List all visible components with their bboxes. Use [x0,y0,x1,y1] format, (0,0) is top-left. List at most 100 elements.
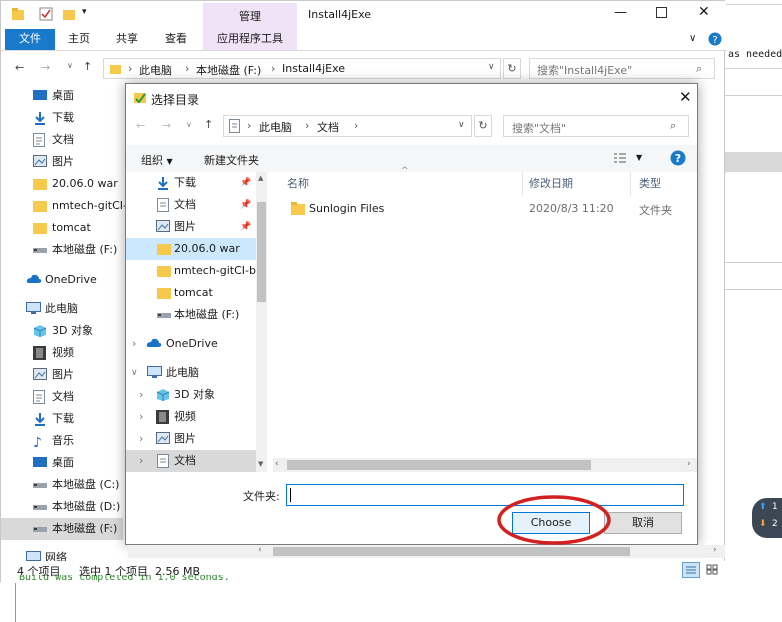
nav-item-desktop-2[interactable]: 桌面 [1,452,123,474]
scroll-right-icon[interactable]: › [687,459,691,469]
address-bar[interactable]: › 此电脑 › 本地磁盘 (F:) › Install4jExe ∨ [103,58,501,79]
nav-item-drive-f-quick[interactable]: 本地磁盘 (F:) [1,239,123,261]
nav-item-videos[interactable]: 视频 [1,342,123,364]
search-input[interactable]: 搜索"Install4jExe" ⌕ [529,58,715,79]
nav-item-drive-f[interactable]: 本地磁盘 (F:) [1,518,123,540]
details-view-button[interactable] [682,562,700,578]
nav-item-desktop[interactable]: 桌面 [1,85,123,107]
help-icon[interactable]: ? [708,32,722,46]
column-header-date[interactable]: 修改日期 [529,172,573,196]
dialog-nav-pictures[interactable]: 图片 📌 [126,216,256,238]
list-hscroll-thumb[interactable] [287,460,591,470]
minimize-button[interactable]: — [614,5,627,20]
tab-view[interactable]: 查看 [158,29,194,50]
close-button[interactable]: ✕ [698,4,710,20]
tab-file[interactable]: 文件 [5,29,55,50]
dialog-back-button[interactable]: ← [136,119,145,132]
new-folder-button[interactable]: 新建文件夹 [204,152,259,168]
dialog-nav-documents-2[interactable]: › 文档 [126,450,256,472]
folder-field-input[interactable] [286,484,684,506]
dialog-address-dropdown-icon[interactable]: ∨ [458,120,465,130]
nav-item-folder-nmtech[interactable]: nmtech-gitCI- [1,195,127,217]
scroll-left-icon[interactable]: ‹ [258,545,262,555]
file-row[interactable]: Sunlogin Files 2020/8/3 11:20 文件夹 [273,198,697,220]
view-dropdown-icon[interactable]: ▼ [636,153,642,162]
nav-item-documents[interactable]: 文档 [1,129,123,151]
dialog-nav-3d-objects[interactable]: › 3D 对象 [126,384,256,406]
view-options-icon[interactable] [612,151,628,165]
scroll-left-icon[interactable]: ‹ [275,459,279,469]
cancel-button[interactable]: 取消 [604,512,682,534]
nav-item-folder-war[interactable]: 20.06.0 war [1,173,123,195]
quick-access-dropdown-icon[interactable]: ▾ [82,7,87,17]
back-button[interactable]: ← [15,61,24,74]
explorer-hscrollbar[interactable]: ‹ › [128,545,725,558]
list-hscrollbar[interactable]: ‹ › [273,458,697,472]
nav-item-this-pc[interactable]: 此电脑 [1,298,123,320]
dialog-nav-videos[interactable]: › 视频 [126,406,256,428]
nav-item-downloads[interactable]: 下载 [1,107,123,129]
dialog-breadcrumb-this-pc[interactable]: 此电脑 [259,119,292,135]
recent-dropdown-icon[interactable]: ∨ [67,61,73,70]
tab-home[interactable]: 主页 [61,29,97,50]
dialog-nav-this-pc[interactable]: ∨ 此电脑 [126,362,256,384]
properties-icon[interactable] [39,7,53,21]
chevron-down-icon[interactable]: ∨ [689,33,696,44]
column-header-name[interactable]: 名称 [287,172,309,196]
organize-button[interactable]: 组织 ▼ [141,152,173,168]
dialog-address-bar[interactable]: › 此电脑 › 文档 › ∨ [223,115,472,137]
dialog-nav-folder-war[interactable]: 20.06.0 war [126,238,256,260]
new-folder-icon[interactable] [62,7,76,21]
nav-item-3d-objects[interactable]: 3D 对象 [1,320,123,342]
nav-item-onedrive[interactable]: OneDrive [1,269,123,291]
dialog-up-button[interactable]: ↑ [204,118,213,131]
video-icon [156,410,169,424]
dialog-nav-downloads[interactable]: 下载 📌 [126,172,256,194]
large-icons-view-button[interactable] [704,562,722,578]
dialog-nav-pictures-2[interactable]: › 图片 [126,428,256,450]
nav-item-pictures[interactable]: 图片 [1,151,123,173]
tab-application-tools[interactable]: 应用程序工具 [203,29,297,50]
refresh-button[interactable]: ↻ [503,58,521,79]
nav-item-network[interactable]: 网络 [1,547,123,561]
nav-item-music[interactable]: ♪ 音乐 [1,430,123,452]
dialog-nav-folder-tomcat[interactable]: tomcat [126,282,256,304]
breadcrumb-drive-f[interactable]: 本地磁盘 (F:) [196,62,261,78]
nav-scrollbar[interactable]: ▲ ▼ [256,172,267,472]
dialog-close-button[interactable]: ✕ [679,88,692,106]
dialog-nav-drive-f[interactable]: 本地磁盘 (F:) [126,304,256,326]
dialog-refresh-button[interactable]: ↻ [474,115,492,137]
column-header-type[interactable]: 类型 [639,172,661,196]
nav-item-drive-c[interactable]: 本地磁盘 (C:) [1,474,123,496]
nav-item-drive-d[interactable]: 本地磁盘 (D:) [1,496,123,518]
dialog-nav-folder-nmtech[interactable]: nmtech-gitCI-b [126,260,256,282]
scroll-down-icon[interactable]: ▼ [258,460,263,468]
nav-scroll-thumb[interactable] [257,202,266,302]
dialog-nav-onedrive[interactable]: › OneDrive [126,333,256,355]
dialog-recent-dropdown-icon[interactable]: ∨ [186,120,192,129]
dialog-help-icon[interactable]: ? [670,150,686,166]
scroll-right-icon[interactable]: › [713,545,717,555]
dialog-search-input[interactable]: 搜索"文档" ⌕ [503,115,689,137]
nav-item-downloads-2[interactable]: 下载 [1,408,123,430]
file-date: 2020/8/3 11:20 [529,202,614,215]
maximize-button[interactable] [656,7,667,18]
window-title: Install4jExe [308,8,372,21]
scroll-badge[interactable]: ⬆ 1 ⬇ 2 [752,498,782,538]
breadcrumb-this-pc[interactable]: 此电脑 [139,62,172,78]
nav-item-documents-2[interactable]: 文档 [1,386,123,408]
drive-icon [33,243,47,255]
dialog-nav-documents[interactable]: 文档 📌 [126,194,256,216]
explorer-hscroll-thumb[interactable] [273,547,630,556]
tab-share[interactable]: 共享 [109,29,145,50]
nav-item-pictures-2[interactable]: 图片 [1,364,123,386]
dialog-breadcrumb-documents[interactable]: 文档 [317,119,339,135]
dialog-forward-button[interactable]: → [162,119,171,132]
address-dropdown-icon[interactable]: ∨ [488,62,495,72]
nav-label: 图片 [52,155,74,168]
scroll-up-icon[interactable]: ▲ [258,174,263,182]
forward-button[interactable]: → [41,61,50,74]
nav-item-folder-tomcat[interactable]: tomcat [1,217,123,239]
up-button[interactable]: ↑ [83,60,92,73]
breadcrumb-install4jexe[interactable]: Install4jExe [282,62,345,75]
